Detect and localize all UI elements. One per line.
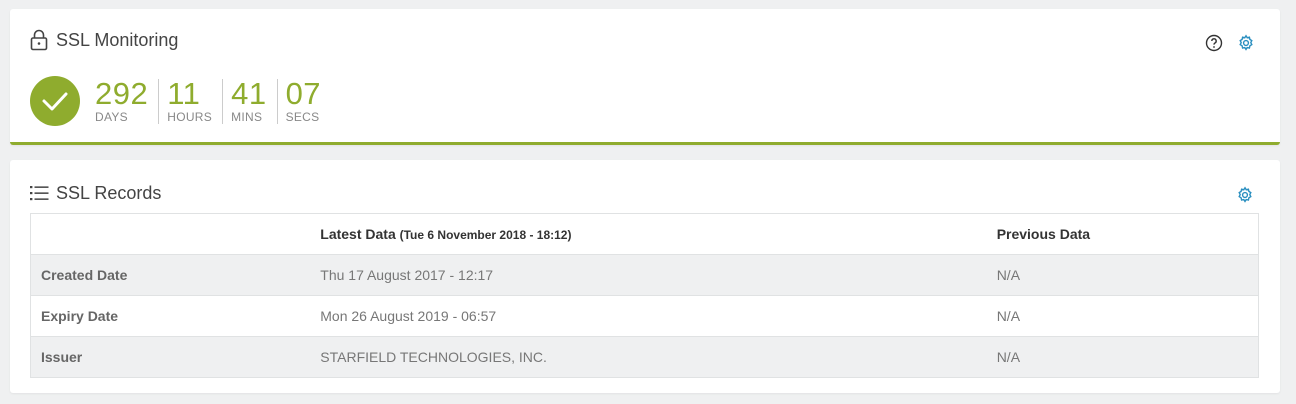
latest-data-label: Latest Data	[320, 226, 396, 242]
countdown-days: 292 DAYS	[95, 75, 158, 124]
table-row: Created Date Thu 17 August 2017 - 12:17 …	[30, 254, 1259, 296]
countdown-value: 07	[285, 75, 322, 111]
countdown-label: HOURS	[167, 109, 213, 124]
row-label: Issuer	[30, 336, 311, 378]
records-tools	[1235, 185, 1255, 205]
ssl-monitoring-header: SSL Monitoring	[30, 29, 178, 51]
column-header-empty	[30, 213, 311, 255]
column-header-latest: Latest Data (Tue 6 November 2018 - 18:12…	[310, 213, 987, 255]
monitoring-tools	[1204, 33, 1256, 53]
gear-icon[interactable]	[1236, 33, 1256, 53]
ssl-records-table: Latest Data (Tue 6 November 2018 - 18:12…	[30, 213, 1259, 378]
ssl-records-card: SSL Records Latest Data (Tue 6 November …	[10, 160, 1280, 393]
countdown-value: 292	[95, 75, 149, 111]
latest-value: Mon 26 August 2019 - 06:57	[310, 295, 987, 337]
lock-icon	[30, 29, 50, 51]
help-icon[interactable]	[1204, 33, 1224, 53]
previous-value: N/A	[986, 295, 1259, 337]
countdown-hours: 11 HOURS	[158, 75, 222, 124]
row-label: Expiry Date	[30, 295, 311, 337]
list-icon	[30, 182, 50, 204]
column-header-previous: Previous Data	[986, 213, 1259, 255]
ssl-expiry-countdown: 292 DAYS 11 HOURS 41 MINS 07 SECS	[30, 76, 331, 126]
previous-value: N/A	[986, 336, 1259, 378]
ssl-monitoring-card: SSL Monitoring 292 DAYS 11 HOURS 41 MINS…	[10, 9, 1280, 145]
row-label: Created Date	[30, 254, 311, 296]
gear-icon[interactable]	[1235, 185, 1255, 205]
latest-value: Thu 17 August 2017 - 12:17	[310, 254, 987, 296]
countdown-label: SECS	[285, 109, 320, 124]
table-row: Expiry Date Mon 26 August 2019 - 06:57 N…	[30, 295, 1259, 337]
table-header-row: Latest Data (Tue 6 November 2018 - 18:12…	[30, 213, 1259, 255]
latest-data-timestamp: (Tue 6 November 2018 - 18:12)	[399, 228, 572, 242]
countdown-value: 11	[167, 75, 201, 111]
countdown-mins: 41 MINS	[222, 75, 276, 124]
previous-value: N/A	[986, 254, 1259, 296]
latest-value: STARFIELD TECHNOLOGIES, INC.	[310, 336, 987, 378]
table-row: Issuer STARFIELD TECHNOLOGIES, INC. N/A	[30, 336, 1259, 378]
countdown-value: 41	[231, 75, 267, 111]
countdown-label: DAYS	[95, 109, 128, 124]
countdown-secs: 07 SECS	[276, 75, 331, 124]
ssl-monitoring-title: SSL Monitoring	[56, 29, 179, 50]
check-icon	[30, 76, 80, 126]
ssl-records-header: SSL Records	[30, 182, 161, 204]
ssl-records-title: SSL Records	[56, 182, 162, 203]
countdown-label: MINS	[231, 109, 263, 124]
